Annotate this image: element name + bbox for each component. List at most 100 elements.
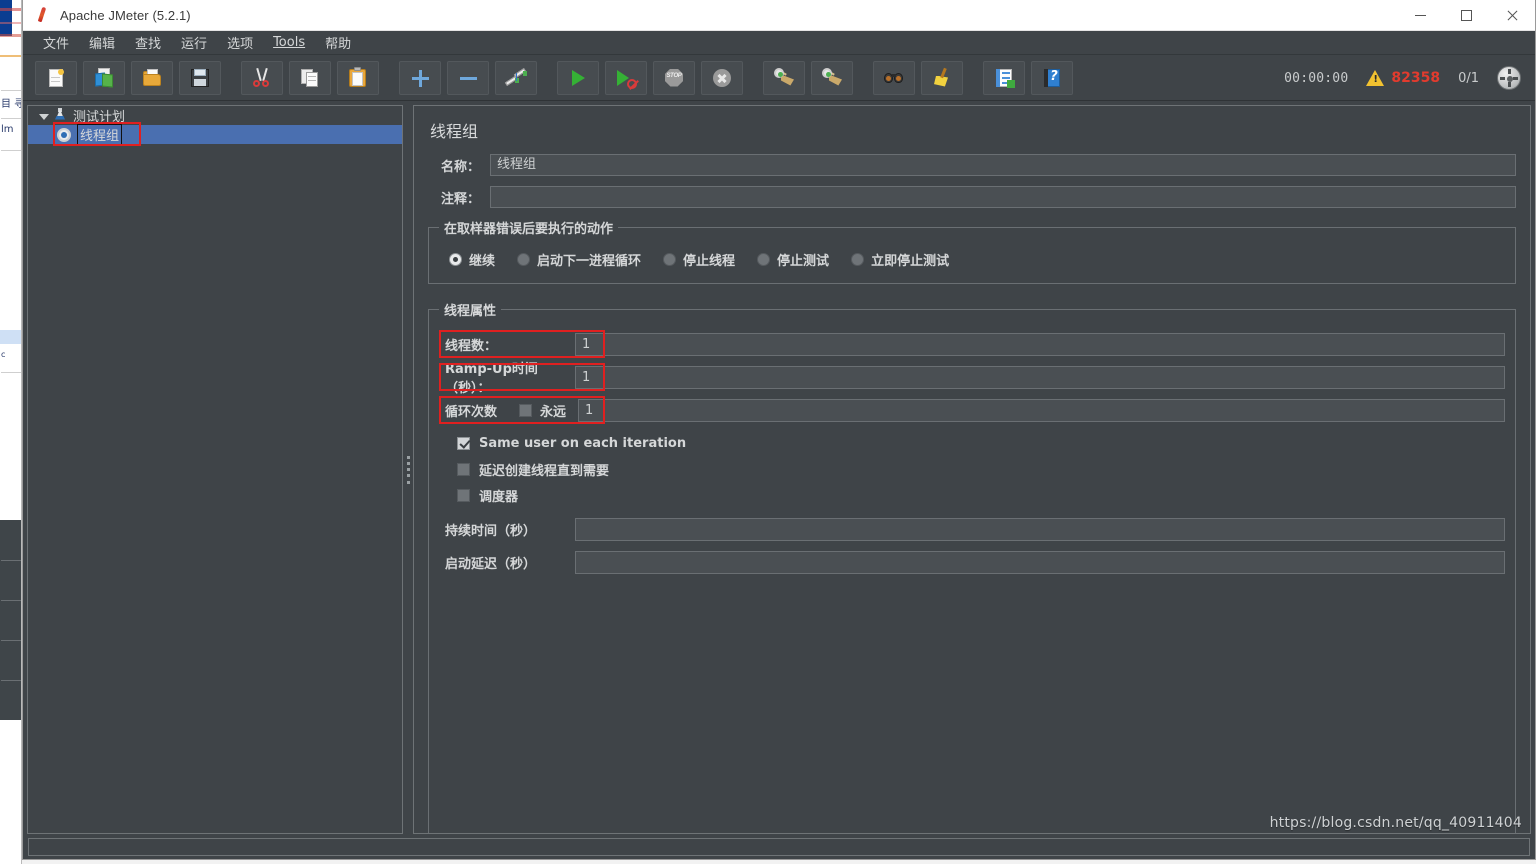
- comment-input[interactable]: [490, 186, 1516, 208]
- start-no-pauses-button[interactable]: [605, 60, 647, 95]
- startup-delay-row: 启动延迟（秒）: [439, 549, 1505, 575]
- test-plan-icon: [52, 107, 68, 124]
- stop-button[interactable]: STOP: [653, 60, 695, 95]
- loop-count-row: 循环次数 永远 1: [439, 396, 1505, 424]
- tree-node-test-plan[interactable]: 测试计划: [28, 106, 402, 125]
- menu-file[interactable]: 文件: [33, 31, 79, 54]
- menu-run[interactable]: 运行: [171, 31, 217, 54]
- loop-count-label: 循环次数: [445, 404, 498, 420]
- copy-button[interactable]: [289, 60, 331, 95]
- function-helper-button[interactable]: [983, 60, 1025, 95]
- toolbar-status-area: 00:00:00 82358 0/1: [1284, 55, 1521, 101]
- paste-button[interactable]: [337, 60, 379, 95]
- scheduler-row[interactable]: 调度器: [439, 482, 1505, 508]
- radio-stop-thread-label: 停止线程: [683, 254, 736, 269]
- delay-create-label: 延迟创建线程直到需要: [479, 463, 610, 479]
- radio-stop-test[interactable]: 停止测试: [757, 250, 829, 269]
- close-button[interactable]: [1489, 0, 1535, 31]
- warning-count: 82358: [1391, 70, 1441, 86]
- thread-properties-legend: 线程属性: [444, 304, 497, 319]
- collapse-remove-icon: [457, 67, 479, 89]
- background-window: 目 寻 lm c: [0, 0, 22, 864]
- maximize-button[interactable]: [1443, 0, 1489, 31]
- expand-all-button[interactable]: [399, 60, 441, 95]
- thread-group-icon: [56, 127, 72, 143]
- radio-continue-label: 继续: [469, 254, 496, 269]
- scheduler-checkbox[interactable]: [457, 488, 470, 502]
- cut-button[interactable]: [241, 60, 283, 95]
- thread-group-editor: 线程组 名称： 线程组 注释： 在取样器错误后要执行的动作 继续 启动下一进程循…: [413, 105, 1531, 834]
- thread-properties-group: 线程属性 线程数： 1 Ramp-Up时间（秒）： 1 循环次数 永远 1 Sa…: [428, 300, 1516, 833]
- tree-node-thread-group-label[interactable]: 线程组: [77, 124, 123, 145]
- jmeter-logo-icon: [33, 6, 51, 24]
- new-icon: [45, 67, 67, 89]
- scheduler-label: 调度器: [479, 489, 519, 505]
- shutdown-icon: [711, 67, 733, 89]
- menu-help[interactable]: 帮助: [315, 31, 361, 54]
- test-plan-tree[interactable]: 测试计划 线程组: [27, 105, 403, 834]
- num-threads-input[interactable]: 1: [575, 332, 1505, 356]
- duration-row: 持续时间（秒）: [439, 516, 1505, 542]
- name-label: 名称：: [440, 159, 480, 175]
- find-button[interactable]: [873, 60, 915, 95]
- error-action-legend: 在取样器错误后要执行的动作: [444, 222, 614, 237]
- ramp-up-row: Ramp-Up时间（秒）： 1: [439, 362, 1505, 396]
- menu-tools[interactable]: Tools: [263, 33, 315, 52]
- delay-create-row[interactable]: 延迟创建线程直到需要: [439, 456, 1505, 482]
- radio-continue-indicator: [449, 253, 462, 266]
- start-button[interactable]: [557, 60, 599, 95]
- menu-search[interactable]: 查找: [125, 31, 171, 54]
- save-button[interactable]: [179, 60, 221, 95]
- toggle-icon: [504, 67, 527, 89]
- ramp-up-input[interactable]: 1: [575, 365, 1505, 389]
- status-bar-content: [28, 838, 1530, 856]
- radio-continue[interactable]: 继续: [449, 250, 495, 269]
- collapse-all-button[interactable]: [447, 60, 489, 95]
- name-input[interactable]: 线程组: [490, 154, 1516, 176]
- error-action-radios: 继续 启动下一进程循环 停止线程 停止测试 立即停止测试: [439, 247, 1505, 271]
- window-title: Apache JMeter (5.2.1): [60, 7, 191, 23]
- delay-create-checkbox[interactable]: [457, 462, 470, 476]
- clear-all-icon: [821, 67, 843, 89]
- tree-node-test-plan-label: 测试计划: [73, 110, 126, 125]
- radio-start-next-loop[interactable]: 启动下一进程循环: [517, 250, 641, 269]
- radio-stop-test-now[interactable]: 立即停止测试: [851, 250, 949, 269]
- num-threads-row: 线程数： 1: [439, 330, 1505, 358]
- function-helper-icon: [993, 67, 1015, 89]
- same-user-checkbox[interactable]: [457, 436, 470, 450]
- templates-button[interactable]: [83, 60, 125, 95]
- loop-count-input[interactable]: 1: [578, 398, 1505, 422]
- status-bar: [23, 837, 1535, 859]
- cut-icon: [251, 67, 273, 89]
- chevron-down-icon[interactable]: [38, 110, 50, 122]
- split-divider[interactable]: [403, 105, 413, 834]
- help-button[interactable]: ?: [1031, 60, 1073, 95]
- name-field-row: 名称： 线程组: [428, 154, 1516, 176]
- start-no-pauses-icon: [615, 67, 637, 89]
- reset-search-button[interactable]: [921, 60, 963, 95]
- split-handle-dots: [406, 455, 410, 484]
- menu-edit[interactable]: 编辑: [79, 31, 125, 54]
- warning-indicator[interactable]: 82358: [1366, 70, 1440, 86]
- radio-start-next-loop-indicator: [517, 253, 531, 266]
- minimize-button[interactable]: [1397, 0, 1443, 31]
- menu-options[interactable]: 选项: [217, 31, 263, 54]
- radio-stop-thread[interactable]: 停止线程: [663, 250, 735, 269]
- duration-input[interactable]: [575, 517, 1505, 541]
- open-button[interactable]: [131, 60, 173, 95]
- thread-activity-icon[interactable]: [1497, 66, 1521, 90]
- clear-button[interactable]: [763, 60, 805, 95]
- shutdown-button[interactable]: [701, 60, 743, 95]
- new-button[interactable]: [35, 60, 77, 95]
- stop-icon: STOP: [663, 67, 685, 89]
- loop-forever-checkbox[interactable]: [519, 403, 533, 417]
- same-user-row[interactable]: Same user on each iteration: [439, 430, 1505, 456]
- body-split-pane: 测试计划 线程组 线程组 名称： 线程组 注释： 在取样器错误后要执行的动作 继…: [23, 101, 1535, 837]
- clear-all-button[interactable]: [811, 60, 853, 95]
- open-icon: [141, 67, 163, 89]
- startup-delay-input[interactable]: [575, 550, 1505, 574]
- tree-node-thread-group[interactable]: 线程组: [28, 124, 402, 145]
- loop-forever-label: 永远: [540, 404, 567, 420]
- toggle-button[interactable]: [495, 60, 537, 95]
- same-user-label: Same user on each iteration: [479, 435, 687, 451]
